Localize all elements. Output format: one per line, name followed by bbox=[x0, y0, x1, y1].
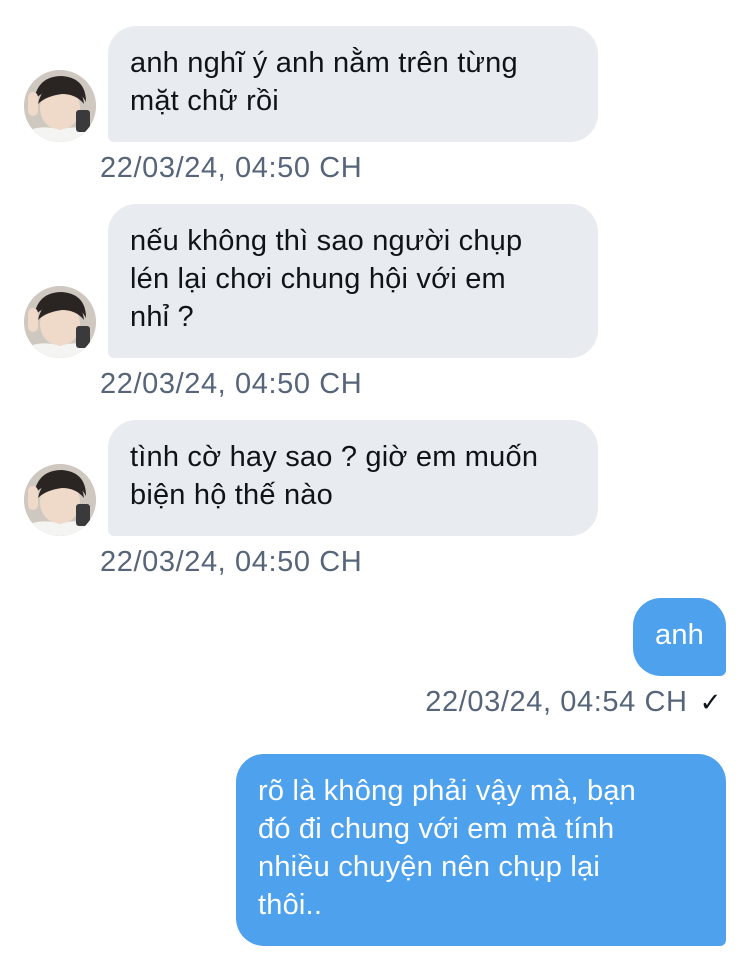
message-bubble-outgoing[interactable]: anh bbox=[633, 598, 726, 676]
message-timestamp: 22/03/24, 04:54 CH bbox=[425, 686, 688, 718]
message-bubble-incoming[interactable]: anh nghĩ ý anh nằm trên từng mặt chữ rồi bbox=[108, 26, 598, 142]
message-timestamp: 22/03/24, 04:50 CH bbox=[100, 546, 363, 578]
avatar-photo-icon bbox=[24, 464, 96, 536]
avatar[interactable] bbox=[24, 286, 96, 358]
message-timestamp-row: 22/03/24, 04:54 CH ✓ bbox=[425, 686, 722, 719]
avatar[interactable] bbox=[24, 464, 96, 536]
message-bubble-incoming[interactable]: nếu không thì sao người chụp lén lại chơ… bbox=[108, 204, 598, 358]
chat-conversation: anh nghĩ ý anh nằm trên từng mặt chữ rồi… bbox=[0, 0, 750, 955]
message-timestamp: 22/03/24, 04:50 CH bbox=[100, 152, 363, 184]
message-bubble-incoming[interactable]: tình cờ hay sao ? giờ em muốn biện hộ th… bbox=[108, 420, 598, 536]
avatar[interactable] bbox=[24, 70, 96, 142]
avatar-photo-icon bbox=[24, 286, 96, 358]
message-bubble-outgoing[interactable]: rõ là không phải vậy mà, bạn đó đi chung… bbox=[236, 754, 726, 946]
message-timestamp: 22/03/24, 04:50 CH bbox=[100, 368, 363, 400]
checkmark-icon: ✓ bbox=[699, 687, 722, 717]
avatar-photo-icon bbox=[24, 70, 96, 142]
